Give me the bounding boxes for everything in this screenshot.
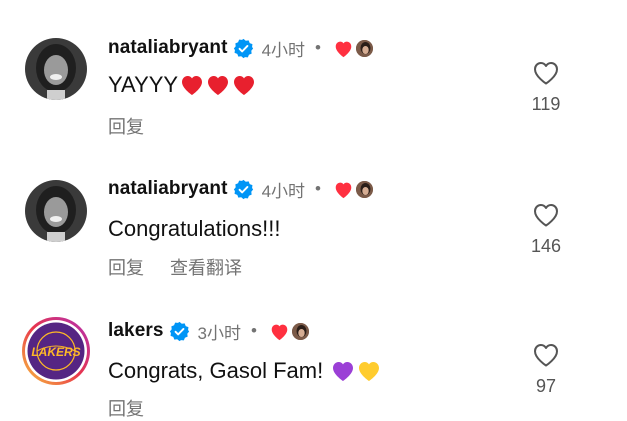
separator-dot: • [315, 179, 321, 198]
username[interactable]: nataliabryant [108, 178, 228, 200]
username[interactable]: nataliabryant [108, 37, 228, 59]
creator-avatar [354, 179, 374, 199]
reply-button[interactable]: 回复 [108, 113, 144, 139]
verified-badge-icon [169, 321, 190, 342]
red-heart-icon [180, 74, 204, 96]
purple-heart-icon [331, 360, 355, 382]
like-count: 146 [530, 236, 562, 256]
reply-button[interactable]: 回复 [108, 254, 144, 280]
heart-outline-icon[interactable] [532, 60, 560, 86]
comment-text: Congratulations!!! [108, 216, 280, 242]
like-count: 119 [531, 94, 561, 114]
comment-time: 4小时 [261, 181, 306, 201]
heart-outline-icon[interactable] [532, 202, 560, 228]
comment-actions: 回复 [108, 113, 144, 139]
comment-body: YAYYY [108, 72, 179, 97]
verified-badge-icon [233, 179, 254, 200]
comment-header: nataliabryant 4小时 • [108, 176, 374, 202]
comment-item: LAKERS lakers 3小时 • Congrats, Gasol Fam!… [0, 281, 627, 421]
comment-body: Congrats, Gasol Fam! [108, 358, 324, 383]
comment-body: Congratulations!!! [108, 216, 281, 241]
like-column: 97 [520, 342, 572, 397]
creator-avatar [354, 38, 374, 58]
avatar[interactable]: LAKERS [21, 316, 91, 386]
comment-text: YAYYY [108, 72, 256, 98]
comment-actions: 回复 查看翻译 [108, 254, 242, 280]
heart-icon [271, 324, 288, 340]
comment-time: 3小时 [197, 323, 242, 343]
creator-liked-indicator [333, 179, 374, 199]
red-heart-icon [232, 74, 256, 96]
verified-badge-icon [233, 38, 254, 59]
comment-item: nataliabryant 4小时 • Congratulations!!! 回… [0, 140, 627, 280]
comment-time: 4小时 [261, 40, 306, 60]
comment-header: nataliabryant 4小时 • [108, 35, 374, 61]
avatar[interactable] [25, 38, 87, 100]
creator-liked-indicator [333, 38, 374, 58]
svg-text:LAKERS: LAKERS [31, 345, 80, 359]
comment-text: Congrats, Gasol Fam! [108, 358, 381, 384]
creator-avatar [290, 321, 310, 341]
like-column: 119 [520, 60, 572, 115]
comment-header: lakers 3小时 • [108, 318, 310, 344]
avatar[interactable] [25, 180, 87, 242]
comment-item: nataliabryant 4小时 • YAYYY 回复 119 [0, 0, 627, 140]
like-column: 146 [520, 202, 572, 257]
see-translation-button[interactable]: 查看翻译 [170, 254, 242, 280]
reply-button[interactable]: 回复 [108, 395, 144, 421]
separator-dot: • [251, 321, 257, 340]
separator-dot: • [315, 38, 321, 57]
username[interactable]: lakers [108, 320, 164, 342]
comment-actions: 回复 [108, 395, 144, 421]
heart-icon [335, 182, 352, 198]
heart-icon [335, 41, 352, 57]
yellow-heart-icon [357, 360, 381, 382]
like-count: 97 [535, 376, 557, 396]
red-heart-icon [206, 74, 230, 96]
heart-outline-icon[interactable] [532, 342, 560, 368]
creator-liked-indicator [269, 321, 310, 341]
